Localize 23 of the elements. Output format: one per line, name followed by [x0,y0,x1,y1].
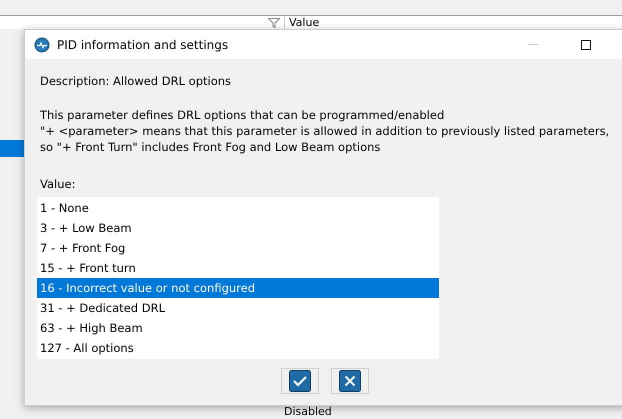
cancel-button[interactable] [331,368,369,394]
info-text: This parameter defines DRL options that can be programmed/enabled [40,107,446,123]
close-icon [339,370,361,392]
checkmark-icon [289,370,311,392]
description-text: Description: Allowed DRL options [40,73,232,89]
table-cell: Disabled [284,405,332,418]
selected-row [0,140,25,157]
info-text: so "+ Front Turn" includes Front Fog and Low Beam options [40,139,382,155]
window-title: PID information and settings [57,38,228,52]
list-item[interactable]: 127 - All options [37,338,439,358]
list-item[interactable]: 31 - + Dedicated DRL [37,298,439,318]
list-item[interactable]: 7 - + Front Fog [37,238,439,258]
pulse-icon [34,36,50,52]
list-item[interactable]: 15 - + Front turn [37,258,439,278]
maximize-icon[interactable] [581,40,591,50]
list-item[interactable]: 1 - None [37,198,439,218]
value-label: Value: [40,177,76,191]
ok-button[interactable] [281,368,319,394]
list-item[interactable]: 16 - Incorrect value or not configured [37,278,439,298]
list-item[interactable]: 3 - + Low Beam [37,218,439,238]
filter-icon[interactable] [268,18,280,28]
info-text: "+ <parameter> means that this parameter is allowed in addition to previously listed parameters, [40,123,610,139]
list-item[interactable]: 63 - + High Beam [37,318,439,338]
